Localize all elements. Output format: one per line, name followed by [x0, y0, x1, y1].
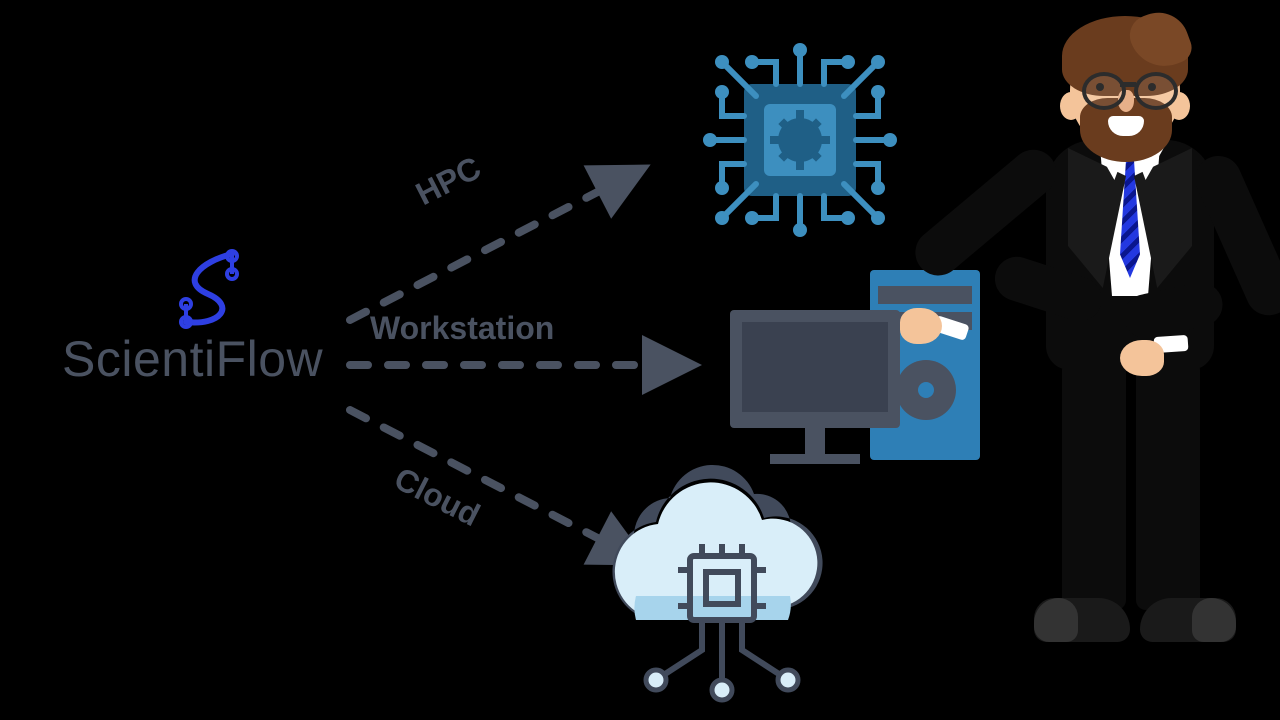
brand-name: ScientiFlow: [62, 330, 323, 388]
diagram-stage: ScientiFlow HPC Workstation Cloud: [0, 0, 1280, 720]
businessman-suit-icon: [990, 20, 1250, 700]
cloud-compute-icon: [612, 465, 822, 700]
desktop-server-icon: [730, 270, 980, 464]
cpu-chip-icon: [703, 43, 897, 237]
arrow-to-hpc: [350, 170, 640, 320]
label-workstation: Workstation: [370, 310, 554, 347]
scientiflow-logo-icon: [181, 251, 237, 327]
